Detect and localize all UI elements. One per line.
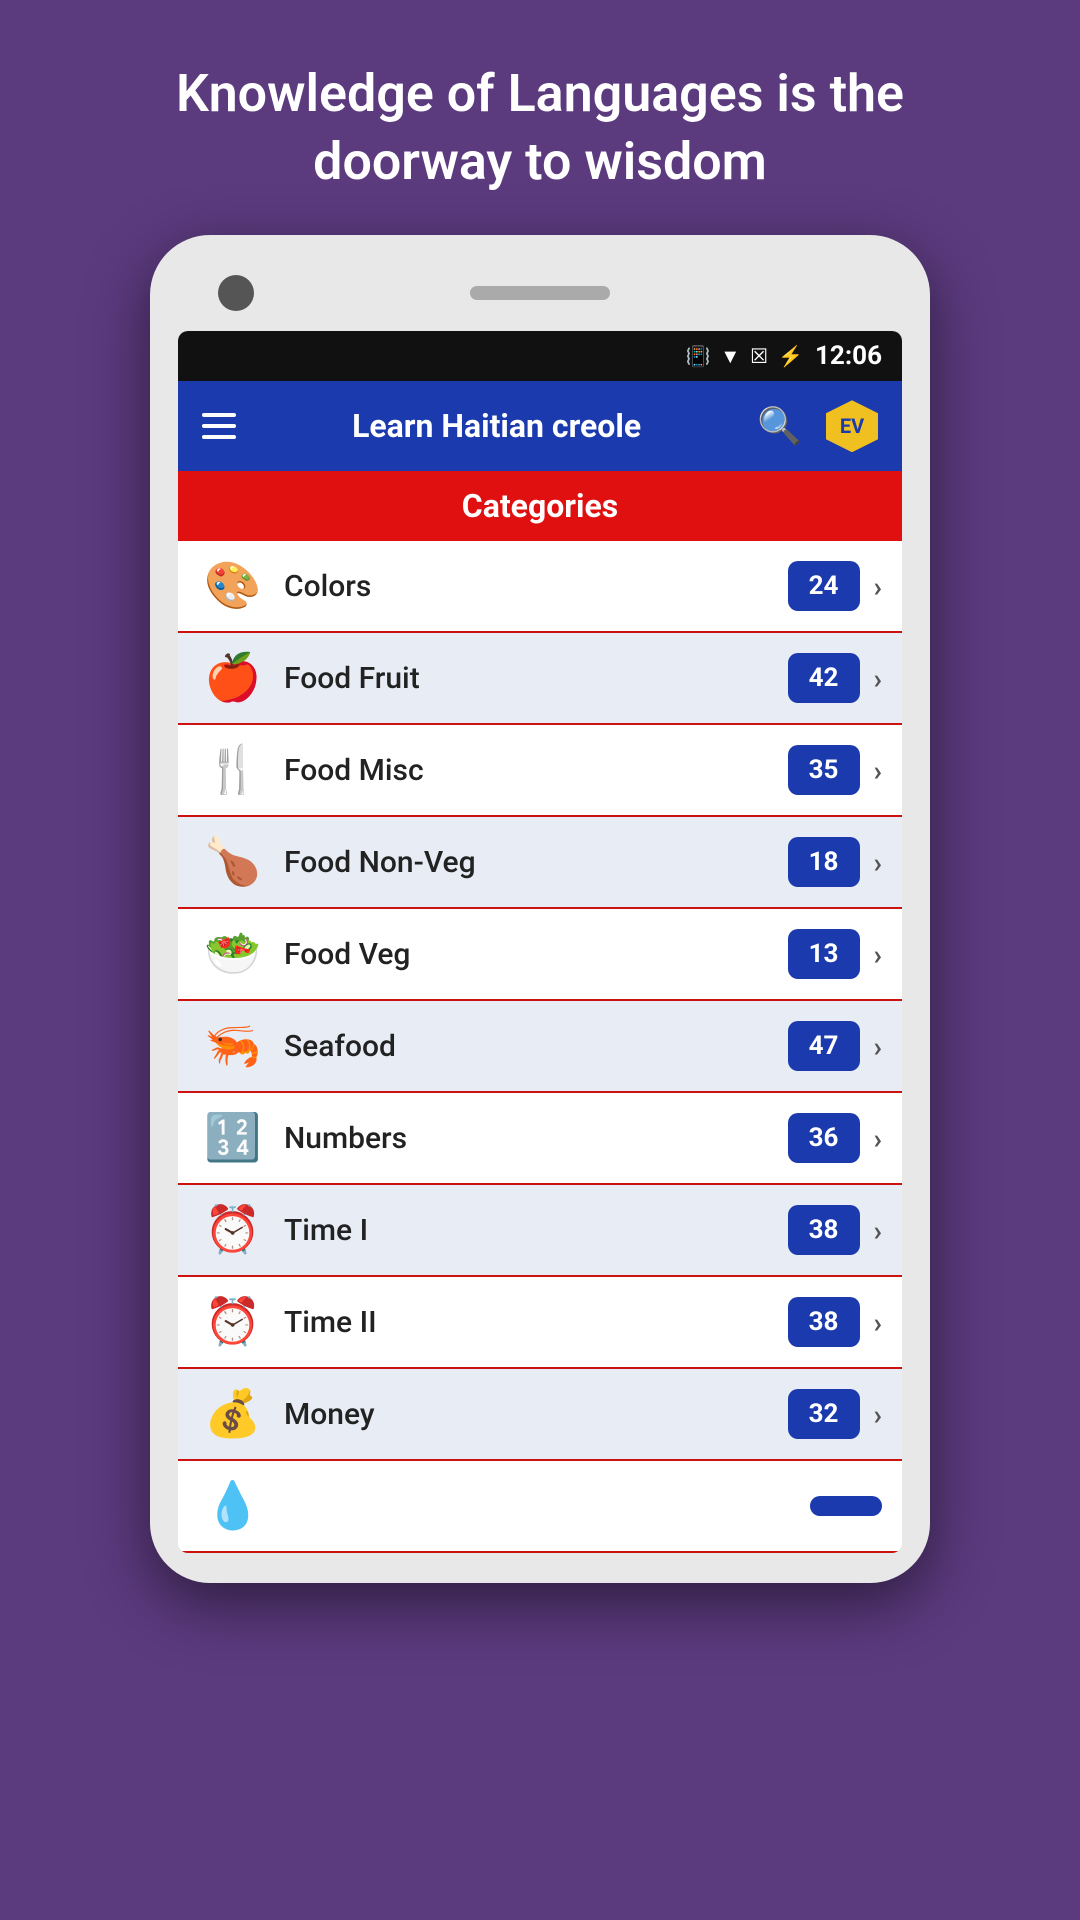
- status-time: 12:06: [815, 341, 882, 371]
- phone-wrapper: 📳 ▼ ☒ ⚡ 12:06 Learn Haitian creole 🔍 EV …: [150, 235, 930, 1583]
- category-item[interactable]: ⏰ Time I 38 ›: [178, 1185, 902, 1277]
- category-count: 36: [788, 1113, 860, 1163]
- chevron-right-icon: ›: [874, 754, 882, 787]
- category-emoji: ⏰: [198, 1203, 268, 1257]
- chevron-right-icon: ›: [874, 570, 882, 603]
- category-name: Food Misc: [268, 753, 788, 788]
- categories-bar: Categories: [178, 471, 902, 541]
- category-item[interactable]: 💰 Money 32 ›: [178, 1369, 902, 1461]
- category-item[interactable]: 🥗 Food Veg 13 ›: [178, 909, 902, 1001]
- category-item[interactable]: 🍴 Food Misc 35 ›: [178, 725, 902, 817]
- category-list: 🎨 Colors 24 › 🍎 Food Fruit 42 › 🍴 Food M…: [178, 541, 902, 1553]
- hamburger-menu-button[interactable]: [202, 413, 236, 439]
- category-count: 13: [788, 929, 860, 979]
- category-emoji: 🥗: [198, 927, 268, 981]
- app-bar: Learn Haitian creole 🔍 EV: [178, 381, 902, 471]
- category-item[interactable]: 🍗 Food Non-Veg 18 ›: [178, 817, 902, 909]
- category-count: 32: [788, 1389, 860, 1439]
- status-bar: 📳 ▼ ☒ ⚡ 12:06: [178, 331, 902, 381]
- status-icons: 📳 ▼ ☒ ⚡: [685, 344, 803, 369]
- category-name: Time II: [268, 1305, 788, 1340]
- category-name: Time I: [268, 1213, 788, 1248]
- vibrate-icon: 📳: [685, 344, 710, 368]
- category-count: 38: [788, 1205, 860, 1255]
- phone-screen: 📳 ▼ ☒ ⚡ 12:06 Learn Haitian creole 🔍 EV …: [178, 331, 902, 1553]
- category-item[interactable]: 🍎 Food Fruit 42 ›: [178, 633, 902, 725]
- category-count: 47: [788, 1021, 860, 1071]
- category-emoji: 🍗: [198, 835, 268, 889]
- chevron-right-icon: ›: [874, 1398, 882, 1431]
- search-icon[interactable]: 🔍: [757, 405, 802, 447]
- category-item[interactable]: ⏰ Time II 38 ›: [178, 1277, 902, 1369]
- category-emoji: 🍎: [198, 651, 268, 705]
- category-emoji: 🔢: [198, 1111, 268, 1165]
- header-tagline-text: Knowledge of Languages is the doorway to…: [0, 0, 1080, 235]
- signal-icon: ☒: [750, 344, 768, 368]
- category-count: 35: [788, 745, 860, 795]
- chevron-right-icon: ›: [874, 1030, 882, 1063]
- category-emoji: ⏰: [198, 1295, 268, 1349]
- phone-speaker: [470, 286, 610, 300]
- category-name: Food Veg: [268, 937, 788, 972]
- category-name: Seafood: [268, 1029, 788, 1064]
- category-count: 42: [788, 653, 860, 703]
- category-name: Food Non-Veg: [268, 845, 788, 880]
- category-count: 38: [788, 1297, 860, 1347]
- category-item[interactable]: 🎨 Colors 24 ›: [178, 541, 902, 633]
- category-emoji: 🎨: [198, 559, 268, 613]
- chevron-right-icon: ›: [874, 1306, 882, 1339]
- chevron-right-icon: ›: [874, 1214, 882, 1247]
- app-title: Learn Haitian creole: [260, 407, 733, 445]
- chevron-right-icon: ›: [874, 662, 882, 695]
- chevron-right-icon: ›: [874, 846, 882, 879]
- category-name: Food Fruit: [268, 661, 788, 696]
- wifi-icon: ▼: [720, 344, 740, 369]
- category-emoji: 💧: [198, 1479, 268, 1533]
- category-item[interactable]: 🔢 Numbers 36 ›: [178, 1093, 902, 1185]
- chevron-right-icon: ›: [874, 1122, 882, 1155]
- category-count: 24: [788, 561, 860, 611]
- category-name: Colors: [268, 569, 788, 604]
- category-item-partial[interactable]: 💧: [178, 1461, 902, 1553]
- category-name: Money: [268, 1397, 788, 1432]
- category-emoji: 🍴: [198, 743, 268, 797]
- category-name: Numbers: [268, 1121, 788, 1156]
- category-count: 18: [788, 837, 860, 887]
- chevron-right-icon: ›: [874, 938, 882, 971]
- phone-notch-area: [178, 265, 902, 331]
- phone-camera: [218, 275, 254, 311]
- category-item[interactable]: 🦐 Seafood 47 ›: [178, 1001, 902, 1093]
- category-emoji: 💰: [198, 1387, 268, 1441]
- category-count: [810, 1496, 882, 1516]
- battery-icon: ⚡: [778, 344, 803, 368]
- logo-badge: EV: [826, 400, 878, 452]
- category-emoji: 🦐: [198, 1019, 268, 1073]
